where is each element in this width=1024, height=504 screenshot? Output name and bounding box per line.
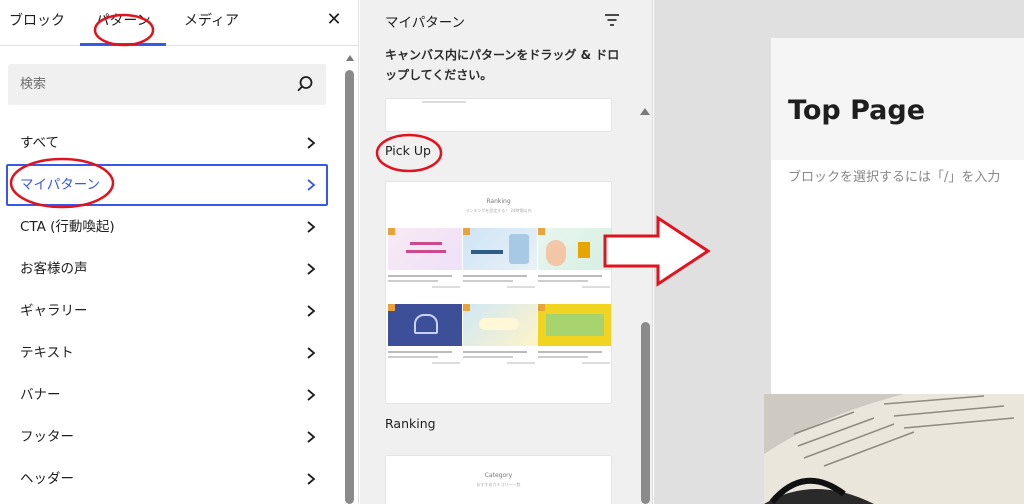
- preview-title: Ranking: [486, 198, 511, 205]
- search-icon[interactable]: [296, 75, 314, 93]
- pattern-panel-title: マイパターン: [385, 15, 466, 31]
- preview-subtitle: ランキングを設定する！ 24時間以内: [465, 208, 532, 213]
- pattern-preview[interactable]: [385, 98, 612, 132]
- category-item-header[interactable]: ヘッダー: [6, 458, 328, 500]
- chevron-right-icon: [307, 179, 316, 191]
- thumbnail-image: [538, 228, 611, 270]
- pattern-panel-hint: キャンバス内にパターンをドラッグ & ドロップしてください。: [385, 48, 620, 82]
- category-label: マイパターン: [20, 177, 101, 193]
- category-label: お客様の声: [20, 261, 88, 277]
- scrollbar-thumb[interactable]: [345, 70, 354, 504]
- thumbnail-item: [463, 304, 537, 364]
- editor-page: Top Page ブロックを選択するには「/」を入力: [771, 38, 1024, 394]
- close-icon[interactable]: ✕: [324, 10, 344, 30]
- chevron-right-icon: [307, 221, 316, 233]
- scroll-up-arrow[interactable]: [346, 55, 354, 61]
- editor-canvas: Top Page ブロックを選択するには「/」を入力: [654, 0, 1024, 504]
- chevron-right-icon: [307, 389, 316, 401]
- thumbnail-image: [388, 228, 462, 270]
- preview-title: Category: [484, 472, 513, 479]
- thumbnail-item: [463, 228, 537, 288]
- pattern-preview-pick-up[interactable]: Ranking ランキングを設定する！ 24時間以内: [385, 181, 612, 404]
- thumbnail-image: [463, 304, 537, 346]
- tab-blocks[interactable]: ブロック: [9, 0, 65, 46]
- inserter-tabs: ブロック パターン メディア ✕: [0, 0, 359, 46]
- thumbnail-item: [538, 228, 611, 288]
- block-placeholder[interactable]: ブロックを選択するには「/」を入力: [788, 166, 1000, 185]
- preview-subtitle: おすすめカテゴリー一覧: [476, 482, 521, 487]
- category-label: フッター: [20, 429, 74, 445]
- chevron-right-icon: [307, 473, 316, 485]
- pattern-label: Pick Up: [385, 143, 431, 158]
- category-item-footer[interactable]: フッター: [6, 416, 328, 458]
- preview-content: [422, 101, 466, 103]
- thumbnail-item: [388, 228, 462, 288]
- category-label: すべて: [20, 135, 60, 151]
- tab-patterns[interactable]: パターン: [80, 0, 166, 46]
- chevron-right-icon: [307, 347, 316, 359]
- pattern-category-list: すべて マイパターン CTA (行動喚起) お客様の声 ギャラリー テキスト バ…: [6, 122, 328, 500]
- pattern-label: Ranking: [385, 416, 436, 431]
- scroll-up-arrow[interactable]: [640, 108, 650, 115]
- scrollbar-thumb[interactable]: [641, 322, 650, 504]
- pattern-list-panel: マイパターン キャンバス内にパターンをドラッグ & ドロップしてください。 Pi…: [360, 0, 653, 504]
- category-item-my-patterns[interactable]: マイパターン: [6, 164, 328, 206]
- tab-media[interactable]: メディア: [184, 0, 239, 46]
- chevron-right-icon: [307, 431, 316, 443]
- chevron-right-icon: [307, 263, 316, 275]
- thumbnail-item: [538, 304, 611, 364]
- category-label: テキスト: [20, 345, 74, 361]
- block-editor: ブロック パターン メディア ✕ すべて マイパターン CTA (行動喚起): [0, 0, 1024, 504]
- search-input[interactable]: [8, 64, 326, 105]
- inserter-panel: ブロック パターン メディア ✕ すべて マイパターン CTA (行動喚起): [0, 0, 359, 504]
- category-item-gallery[interactable]: ギャラリー: [6, 290, 328, 332]
- chevron-right-icon: [307, 305, 316, 317]
- filter-icon[interactable]: [604, 13, 620, 27]
- thumbnail-image: [463, 228, 537, 270]
- page-title[interactable]: Top Page: [788, 95, 925, 126]
- chevron-right-icon: [307, 137, 316, 149]
- category-label: ギャラリー: [20, 303, 88, 319]
- thumbnail-item: [388, 304, 462, 364]
- category-item-all[interactable]: すべて: [6, 122, 328, 164]
- category-item-cta[interactable]: CTA (行動喚起): [6, 206, 328, 248]
- category-item-text[interactable]: テキスト: [6, 332, 328, 374]
- category-item-banner[interactable]: バナー: [6, 374, 328, 416]
- category-label: バナー: [20, 387, 61, 403]
- pattern-preview-ranking[interactable]: Category おすすめカテゴリー一覧: [385, 455, 612, 504]
- category-item-testimonials[interactable]: お客様の声: [6, 248, 328, 290]
- category-label: ヘッダー: [20, 471, 74, 487]
- thumbnail-image: [538, 304, 611, 346]
- category-label: CTA (行動喚起): [20, 219, 115, 235]
- book-photo: [764, 394, 1024, 504]
- thumbnail-image: [388, 304, 462, 346]
